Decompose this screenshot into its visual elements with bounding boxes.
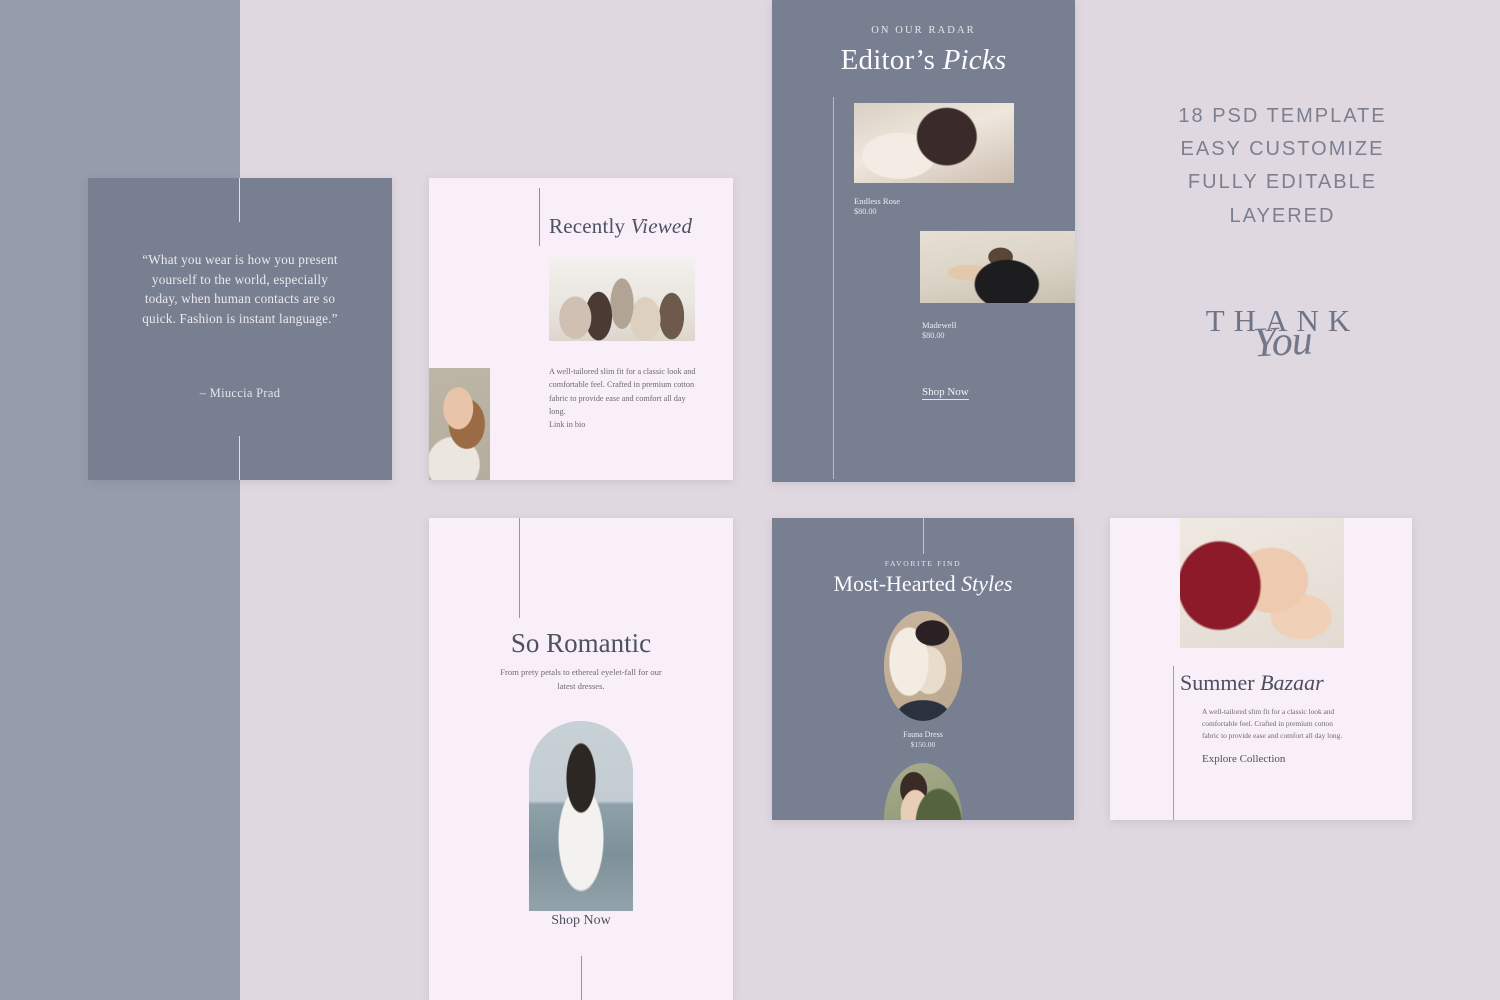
editors-picks-kicker: ON OUR RADAR bbox=[871, 25, 976, 36]
summer-bazaar-title-regular: Summer bbox=[1180, 670, 1261, 695]
thank-you-block: THANK You bbox=[1110, 305, 1455, 367]
so-romantic-arch-image bbox=[529, 721, 633, 911]
quote-rule-bottom bbox=[239, 436, 240, 480]
recently-viewed-thumb-image bbox=[429, 368, 490, 480]
so-romantic-subtitle: From prety petals to ethereal eyelet-fal… bbox=[500, 667, 662, 691]
summer-bazaar-rule bbox=[1173, 666, 1174, 820]
editors-picks-card[interactable]: ON OUR RADAR Editor’s Picks Endless Rose… bbox=[772, 0, 1075, 482]
so-romantic-rule-top bbox=[519, 518, 520, 618]
recently-viewed-body: A well-tailored slim fit for a classic l… bbox=[549, 367, 696, 416]
so-romantic-card[interactable]: So Romantic From prety petals to etherea… bbox=[429, 518, 733, 1000]
template-info-line-2: EASY CUSTOMIZE bbox=[1180, 138, 1385, 161]
quote-card[interactable]: “What you wear is how you present yourse… bbox=[88, 178, 392, 480]
left-grey-band bbox=[0, 0, 240, 1000]
quote-rule-top bbox=[239, 178, 240, 222]
so-romantic-title: So Romantic bbox=[510, 628, 652, 658]
so-romantic-rule-bottom bbox=[581, 956, 582, 1000]
recently-viewed-hero-image bbox=[549, 258, 695, 341]
so-romantic-shop-now-link[interactable]: Shop Now bbox=[429, 913, 733, 929]
most-hearted-product-image-1 bbox=[884, 611, 962, 721]
most-hearted-rule bbox=[923, 518, 924, 554]
recently-viewed-card[interactable]: Recently Viewed A well-tailored slim fit… bbox=[429, 178, 733, 480]
editors-picks-title-italic: Picks bbox=[942, 44, 1007, 76]
summer-bazaar-body: A well-tailored slim fit for a classic l… bbox=[1202, 707, 1343, 740]
editors-picks-product-name-2: Madewell bbox=[922, 320, 957, 330]
most-hearted-title: Most-Hearted Styles bbox=[772, 571, 1074, 597]
most-hearted-title-regular: Most-Hearted bbox=[833, 571, 962, 596]
recently-viewed-title: Recently Viewed bbox=[549, 214, 729, 239]
editors-picks-product-price-1: $80.00 bbox=[854, 207, 877, 216]
editors-picks-shop-now-link[interactable]: Shop Now bbox=[922, 386, 969, 400]
editors-picks-title-regular: Editor’s bbox=[840, 44, 943, 76]
most-hearted-card[interactable]: FAVORITE FIND Most-Hearted Styles Fauna … bbox=[772, 518, 1074, 820]
editors-picks-product-image-1 bbox=[854, 103, 1014, 183]
template-info-line-4: LAYERED bbox=[1229, 204, 1336, 227]
quote-text: “What you wear is how you present yourse… bbox=[142, 252, 338, 326]
summer-bazaar-explore-link[interactable]: Explore Collection bbox=[1202, 753, 1285, 765]
editors-picks-title: Editor’s Picks bbox=[772, 44, 1075, 77]
summer-bazaar-title-italic: Bazaar bbox=[1260, 670, 1324, 695]
editors-picks-product-price-2: $80.00 bbox=[922, 331, 945, 340]
editors-picks-product-name-1: Endless Rose bbox=[854, 196, 901, 206]
most-hearted-kicker: FAVORITE FIND bbox=[884, 559, 962, 568]
recently-viewed-title-regular: Recently bbox=[549, 214, 631, 238]
recently-viewed-link[interactable]: Link in bio bbox=[549, 420, 585, 429]
editors-picks-rule bbox=[833, 97, 834, 479]
template-info-line-3: FULLY EDITABLE bbox=[1187, 171, 1378, 194]
quote-author: – Miuccia Prad bbox=[199, 386, 281, 400]
summer-bazaar-image bbox=[1180, 518, 1344, 648]
most-hearted-title-italic: Styles bbox=[961, 571, 1013, 596]
editors-picks-product-image-2 bbox=[920, 231, 1075, 303]
most-hearted-product-image-2 bbox=[884, 763, 962, 820]
most-hearted-product-price-1: $150.00 bbox=[910, 740, 936, 749]
summer-bazaar-card[interactable]: Summer Bazaar A well-tailored slim fit f… bbox=[1110, 518, 1412, 820]
summer-bazaar-title: Summer Bazaar bbox=[1180, 670, 1410, 696]
recently-viewed-title-italic: Viewed bbox=[630, 214, 693, 238]
template-info-list: 18 PSD TEMPLATE EASY CUSTOMIZE FULLY EDI… bbox=[1110, 100, 1455, 233]
template-info-line-1: 18 PSD TEMPLATE bbox=[1178, 105, 1387, 127]
poster-stage: “What you wear is how you present yourse… bbox=[0, 0, 1500, 1000]
recently-viewed-rule bbox=[539, 188, 540, 246]
most-hearted-product-name-1: Fauna Dress bbox=[903, 730, 943, 739]
